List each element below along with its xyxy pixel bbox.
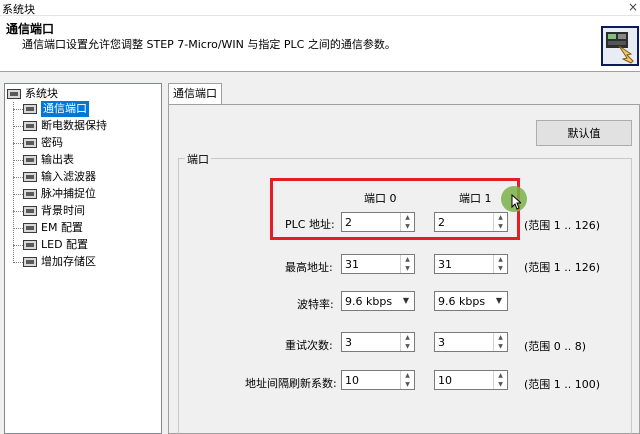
gap-update-factor-port1-input[interactable] [435,371,491,389]
window-title: 系统块 [2,3,35,16]
system-block-tree: 系统块 通信端口 断电数据保持 密码 输出表 输入滤波器 脉冲捕捉位 背景时间 … [4,83,162,434]
retry-count-port1-input[interactable] [435,333,491,351]
tree-item-icon [23,240,37,250]
spin-up-icon[interactable]: ▲ [494,333,507,342]
gap-update-factor-port0-input[interactable] [342,371,398,389]
retry-count-port0-spin[interactable]: ▲▼ [341,332,415,352]
baud-rate-port1-select[interactable]: 9.6 kbps ▼ [434,291,508,311]
chevron-down-icon[interactable]: ▼ [491,292,507,310]
dialog-header: 通信端口 通信端口设置允许您调整 STEP 7-Micro/WIN 与指定 PL… [0,16,640,72]
baud-rate-port0-value: 9.6 kbps [345,295,393,308]
highest-address-port0-input[interactable] [342,255,398,273]
tab-comm-port[interactable]: 通信端口 [168,83,222,105]
close-icon[interactable]: × [628,0,638,14]
gap-update-factor-label: 地址间隔刷新系数: [245,377,337,390]
spin-down-icon[interactable]: ▼ [401,264,414,273]
tree-item-icon [23,172,37,182]
groupbox-legend: 端口 [185,151,211,167]
highest-address-port0-spin[interactable]: ▲▼ [341,254,415,274]
spin-arrows[interactable]: ▲ ▼ [493,333,507,351]
system-block-hand-icon [601,26,639,66]
baud-rate-port0-select[interactable]: 9.6 kbps ▼ [341,291,415,311]
gap-update-factor-port0-spin[interactable]: ▲▼ [341,370,415,390]
highest-address-range: (范围 1 .. 126) [524,261,601,274]
spin-up-icon[interactable]: ▲ [494,371,507,380]
header-description: 通信端口设置允许您调整 STEP 7-Micro/WIN 与指定 PLC 之间的… [22,38,396,51]
tree-item-icon [23,121,37,131]
spin-up-icon[interactable]: ▲ [494,255,507,264]
spin-down-icon[interactable]: ▼ [494,264,507,273]
gap-update-factor-port1-spin[interactable]: ▲▼ [434,370,508,390]
retry-count-port0-input[interactable] [342,333,398,351]
retry-count-label: 重试次数: [285,339,333,352]
tree-item-icon [23,104,37,114]
spin-up-icon[interactable]: ▲ [401,371,414,380]
spin-down-icon[interactable]: ▼ [494,342,507,351]
tree-item-icon [23,189,37,199]
tree-item-icon [23,257,37,267]
spin-up-icon[interactable]: ▲ [401,333,414,342]
baud-rate-label: 波特率: [297,298,334,311]
spin-up-icon[interactable]: ▲ [401,255,414,264]
gap-update-factor-range: (范围 1 .. 100) [524,378,601,391]
highlight-box [270,178,520,240]
spin-arrows[interactable]: ▲ ▼ [400,255,414,273]
baud-rate-port1-value: 9.6 kbps [438,295,486,308]
highest-address-port1-spin[interactable]: ▲▼ [434,254,508,274]
spin-arrows[interactable]: ▲ ▼ [400,333,414,351]
default-values-button[interactable]: 默认值 [536,120,632,146]
highest-address-label: 最高地址: [285,261,333,274]
spin-down-icon[interactable]: ▼ [494,380,507,389]
retry-count-port1-spin[interactable]: ▲▼ [434,332,508,352]
tree-item-icon [23,155,37,165]
tree-item-icon [23,138,37,148]
highest-address-port1-input[interactable] [435,255,491,273]
spin-arrows[interactable]: ▲ ▼ [400,371,414,389]
title-bar: 系统块 × [0,0,640,16]
spin-down-icon[interactable]: ▼ [401,342,414,351]
spin-arrows[interactable]: ▲ ▼ [493,255,507,273]
tree-item-icon [23,206,37,216]
plc-address-range: (范围 1 .. 126) [524,219,601,232]
mouse-cursor-icon [511,194,521,210]
chevron-down-icon[interactable]: ▼ [398,292,414,310]
tree-item-icon [23,223,37,233]
spin-arrows[interactable]: ▲ ▼ [493,371,507,389]
plc-icon [7,89,21,99]
header-title: 通信端口 [6,22,55,36]
retry-count-range: (范围 0 .. 8) [524,340,587,353]
spin-down-icon[interactable]: ▼ [401,380,414,389]
